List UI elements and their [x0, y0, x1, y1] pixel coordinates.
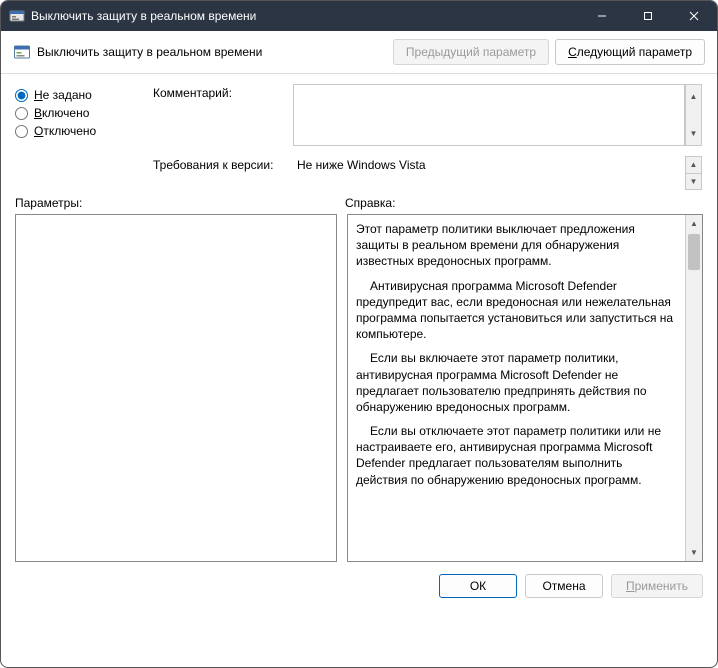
toolbar: Выключить защиту в реальном времени Пред… [1, 31, 717, 74]
params-header: Параметры: [15, 196, 345, 210]
previous-setting-button: Предыдущий параметр [393, 39, 549, 65]
radio-enabled[interactable] [15, 107, 28, 120]
section-headers: Параметры: Справка: [1, 190, 717, 214]
help-paragraph: Если вы отключаете этот параметр политик… [356, 423, 677, 488]
cancel-button[interactable]: Отмена [525, 574, 603, 598]
requirements-spinner[interactable]: ▲ ▼ [685, 156, 702, 190]
next-setting-button[interactable]: Следующий параметр [555, 39, 705, 65]
minimize-button[interactable] [579, 1, 625, 31]
details-grid: Комментарий: ▲ ▼ Требования к версии: Не… [153, 84, 703, 190]
panels: Этот параметр политики выключает предлож… [1, 214, 717, 562]
requirements-label: Требования к версии: [153, 156, 293, 172]
radio-disabled[interactable] [15, 125, 28, 138]
maximize-button[interactable] [625, 1, 671, 31]
app-icon [9, 8, 25, 24]
titlebar: Выключить защиту в реальном времени [1, 1, 717, 31]
help-paragraph: Антивирусная программа Microsoft Defende… [356, 278, 677, 343]
toolbar-title: Выключить защиту в реальном времени [37, 45, 387, 59]
cancel-label: Отмена [542, 579, 585, 593]
window-title: Выключить защиту в реальном времени [31, 9, 579, 23]
footer: ОК Отмена Применить [1, 562, 717, 610]
scroll-down-icon[interactable]: ▼ [686, 544, 702, 561]
comment-label: Комментарий: [153, 84, 293, 100]
comment-spinner[interactable]: ▲ ▼ [685, 84, 702, 146]
comment-textarea[interactable] [293, 84, 685, 146]
ok-label: ОК [470, 579, 486, 593]
apply-button: Применить [611, 574, 703, 598]
radio-not-configured-label[interactable]: Не задано [34, 88, 92, 102]
scroll-thumb[interactable] [688, 234, 700, 270]
radio-enabled-label[interactable]: Включено [34, 106, 89, 120]
apply-label: Применить [626, 579, 688, 593]
help-content: Этот параметр политики выключает предлож… [348, 215, 685, 561]
ok-button[interactable]: ОК [439, 574, 517, 598]
chevron-up-icon[interactable]: ▲ [686, 85, 701, 108]
chevron-down-icon[interactable]: ▼ [686, 173, 701, 190]
help-paragraph: Этот параметр политики выключает предлож… [356, 221, 677, 270]
close-button[interactable] [671, 1, 717, 31]
radio-disabled-label[interactable]: Отключено [34, 124, 96, 138]
chevron-up-icon[interactable]: ▲ [686, 157, 701, 173]
prev-label: Предыдущий параметр [406, 45, 536, 59]
scroll-track[interactable] [686, 270, 702, 544]
next-label: Следующий параметр [568, 45, 692, 59]
help-scrollbar[interactable]: ▲ ▼ [685, 215, 702, 561]
help-paragraph: Если вы включаете этот параметр политики… [356, 350, 677, 415]
params-panel [15, 214, 337, 562]
requirements-value: Не ниже Windows Vista [293, 156, 685, 176]
scroll-up-icon[interactable]: ▲ [686, 215, 702, 232]
state-radio-group: Не задано Включено Отключено [15, 84, 135, 190]
help-header: Справка: [345, 196, 703, 210]
policy-icon [13, 43, 31, 61]
main-settings: Не задано Включено Отключено Комментарий… [1, 74, 717, 190]
help-panel: Этот параметр политики выключает предлож… [347, 214, 703, 562]
chevron-down-icon[interactable]: ▼ [686, 122, 701, 145]
radio-not-configured[interactable] [15, 89, 28, 102]
